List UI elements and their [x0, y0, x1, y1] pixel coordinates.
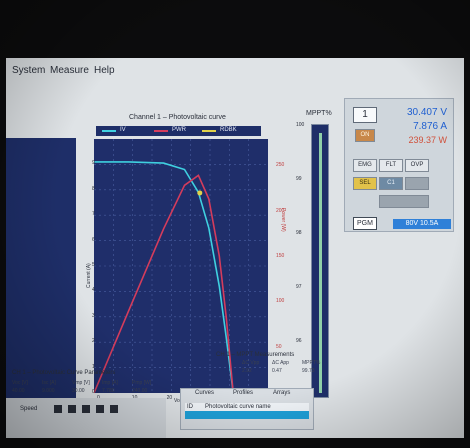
y-left-tick-label: 7 — [92, 211, 95, 218]
speed-label: Speed — [20, 406, 38, 412]
y-left-tick-label: 3 — [92, 312, 95, 319]
readback-point — [197, 190, 203, 196]
y-left-tick-label: 5 — [92, 262, 95, 268]
sel-button[interactable]: SEL — [353, 177, 377, 190]
power-unit: W — [438, 135, 448, 145]
y-right-tick-label: 50 — [276, 343, 282, 350]
menu-measure[interactable]: Measure — [50, 65, 89, 76]
series-iv-line — [94, 161, 234, 394]
pause-icon[interactable] — [82, 405, 90, 413]
x-tick-label: 20 — [166, 395, 173, 401]
mppt-measurements-title: CH 1 – MPPT Measurements — [216, 352, 295, 358]
current-unit: A — [440, 121, 447, 132]
series-pwr-line — [93, 174, 234, 394]
left-chart-panel — [6, 138, 76, 408]
pv-param-header: Pmp [W] — [132, 380, 152, 386]
mppt-meas-value: 0.47 — [272, 368, 282, 374]
y-left-tick-label: 2 — [92, 338, 95, 345]
channel-number[interactable]: 1 — [353, 107, 377, 123]
power-value: 239.37 — [408, 135, 436, 145]
forward-icon[interactable] — [110, 405, 118, 413]
mppt-meas-value: 99.73 — [302, 368, 315, 374]
current-readout: 7.876 A — [379, 121, 447, 132]
list-name-header: Photovoltaic curve name — [205, 404, 271, 410]
menu-bar: System Measure Help — [6, 62, 464, 80]
pv-param-header: Voc [V] — [12, 380, 28, 386]
mppt-tick-label: 96 — [296, 338, 302, 344]
legend-pwr-swatch — [154, 130, 168, 132]
blank-button[interactable] — [405, 177, 429, 190]
y-right-tick-label: 100 — [276, 298, 285, 305]
mppt-meas-value: 2.92 — [242, 368, 252, 374]
c1-button[interactable]: C1 — [379, 177, 403, 190]
blank-button-2[interactable] — [379, 195, 429, 208]
menu-help[interactable]: Help — [94, 65, 115, 76]
pv-param-header: Imp [A] — [102, 380, 118, 386]
rewind-icon[interactable] — [54, 405, 62, 413]
y-left-tick-label: 9 — [92, 160, 95, 167]
list-selected-row[interactable] — [185, 411, 309, 419]
tab-arrays[interactable]: Arrays — [273, 390, 290, 396]
pv-param-value: 40.00 — [12, 388, 25, 394]
stop-icon[interactable] — [96, 405, 104, 413]
mppt-tick-label: 100 — [296, 122, 305, 128]
range-indicator: 80V 10.5A — [393, 219, 451, 229]
pv-param-value: 30.00 — [72, 388, 85, 394]
legend-rdbk-label: RDBK — [220, 127, 237, 133]
pgm-button[interactable]: PGM — [353, 217, 377, 230]
mppt-meas-header: ΔC App — [272, 360, 289, 366]
voltage-readout: 30.407 V — [379, 107, 447, 118]
y-left-tick-label: 8 — [92, 185, 95, 192]
channel-control-panel: 1 30.407 V 7.876 A 239.37 W ON EMG FLT O… — [344, 98, 454, 232]
voltage-unit: V — [440, 107, 447, 118]
pv-params-title: CH 1 – Photovoltaic Curve Parameters — [12, 370, 116, 376]
legend-pwr-label: PWR — [172, 127, 186, 133]
output-on-button[interactable]: ON — [355, 129, 375, 142]
tab-curves[interactable]: Curves — [195, 390, 214, 396]
pv-param-header: Isc [A] — [42, 380, 56, 386]
chart-legend: IV PWR RDBK — [96, 126, 261, 136]
legend-iv-label: IV — [120, 127, 126, 133]
mppt-meas-header: ΔC Vpp — [242, 360, 260, 366]
y-right-tick-label: 200 — [276, 207, 285, 214]
pv-param-value: 240.00 — [132, 388, 148, 394]
flt-button[interactable]: FLT — [379, 159, 403, 172]
y-left-tick-label: 0 — [92, 389, 95, 395]
mppt-tick-label: 97 — [296, 284, 302, 290]
play-icon[interactable] — [68, 405, 76, 413]
power-readout: 239.37 W — [379, 135, 447, 145]
y-right-tick-label: 150 — [276, 252, 285, 259]
legend-rdbk-swatch — [202, 130, 216, 132]
ovp-button[interactable]: OVP — [405, 159, 429, 172]
y-left-tick-label: 1 — [92, 363, 95, 370]
y-left-tick-label: 6 — [92, 236, 95, 243]
mppt-gauge-title: MPPT% — [306, 110, 332, 117]
y-left-tick-label: 4 — [92, 287, 95, 294]
chart-title: Channel 1 – Photovoltaic curve — [129, 114, 226, 121]
mppt-tick-label: 99 — [296, 176, 302, 182]
pv-param-header: Vmp [V] — [72, 380, 90, 386]
list-id-header: ID — [187, 404, 193, 410]
mppt-gauge-fill — [319, 133, 322, 393]
list-header-row[interactable]: ID Photovoltaic curve name — [185, 403, 309, 411]
application-window: System Measure Help Channel 1 – Photovol… — [6, 58, 464, 438]
voltage-value: 30.407 — [406, 107, 438, 118]
playback-panel — [6, 398, 166, 438]
mppt-gauge — [311, 124, 329, 398]
mppt-tick-label: 98 — [296, 230, 302, 236]
emg-button[interactable]: EMG — [353, 159, 377, 172]
y-right-tick-label: 250 — [276, 162, 285, 169]
pv-param-value: 7.780 — [102, 388, 115, 394]
tab-profiles[interactable]: Profiles — [233, 390, 253, 396]
menu-system[interactable]: System — [12, 65, 45, 76]
pv-param-value: 9.000 — [42, 388, 55, 394]
tabs-panel: Curves Profiles Arrays ID Photovoltaic c… — [180, 388, 314, 430]
current-value: 7.876 — [413, 121, 439, 132]
mppt-meas-header: MPPT% — [302, 360, 321, 366]
legend-iv-swatch — [102, 130, 116, 132]
